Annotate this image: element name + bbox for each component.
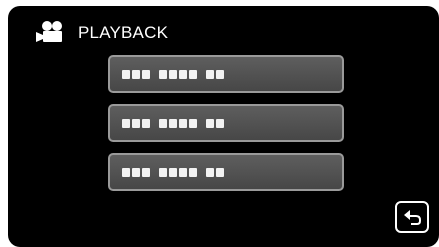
placeholder-block	[132, 69, 140, 79]
menu-item-2[interactable]	[108, 104, 344, 142]
placeholder-block	[159, 167, 167, 177]
placeholder-block-group	[159, 69, 199, 79]
placeholder-block-group	[122, 69, 152, 79]
placeholder-block	[159, 69, 167, 79]
placeholder-block	[206, 167, 214, 177]
placeholder-block-group	[159, 167, 199, 177]
placeholder-block	[179, 69, 187, 79]
return-arrow-icon	[404, 210, 421, 225]
placeholder-block	[179, 167, 187, 177]
back-button[interactable]	[395, 201, 429, 233]
placeholder-label	[122, 69, 233, 79]
placeholder-block-group	[122, 167, 152, 177]
placeholder-block-group	[159, 118, 199, 128]
placeholder-block	[206, 69, 214, 79]
placeholder-block	[142, 167, 150, 177]
placeholder-block	[122, 69, 130, 79]
menu-header: PLAYBACK	[36, 20, 168, 46]
placeholder-label	[122, 118, 233, 128]
placeholder-block	[159, 118, 167, 128]
placeholder-block	[122, 167, 130, 177]
placeholder-block	[216, 69, 224, 79]
placeholder-block	[169, 167, 177, 177]
placeholder-block	[216, 118, 224, 128]
placeholder-block	[189, 167, 197, 177]
placeholder-block	[189, 69, 197, 79]
placeholder-block	[179, 118, 187, 128]
placeholder-label	[122, 167, 233, 177]
placeholder-block	[132, 118, 140, 128]
camera-menu-screen: PLAYBACK	[8, 6, 439, 247]
placeholder-block	[169, 69, 177, 79]
placeholder-block	[206, 118, 214, 128]
placeholder-block	[216, 167, 224, 177]
page-title: PLAYBACK	[78, 23, 169, 42]
placeholder-block-group	[206, 69, 226, 79]
placeholder-block	[122, 118, 130, 128]
menu-item-3[interactable]	[108, 153, 344, 191]
placeholder-block	[169, 118, 177, 128]
placeholder-block-group	[122, 118, 152, 128]
placeholder-block	[189, 118, 197, 128]
placeholder-block	[132, 167, 140, 177]
placeholder-block	[142, 69, 150, 79]
placeholder-block	[142, 118, 150, 128]
placeholder-block-group	[206, 118, 226, 128]
placeholder-block-group	[206, 167, 226, 177]
video-camera-icon	[36, 21, 62, 42]
menu-item-1[interactable]	[108, 55, 344, 93]
